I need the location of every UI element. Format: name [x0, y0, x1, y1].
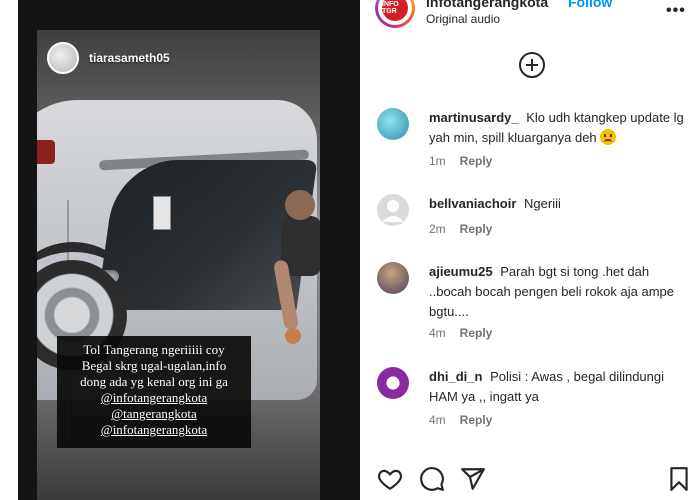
send-icon-svg	[461, 468, 485, 490]
comment-body: ajieumu25 Parah bgt si tong .het dah ..b…	[429, 262, 687, 322]
story-user: tiarasameth05	[47, 42, 170, 74]
reply-button[interactable]: Reply	[460, 326, 493, 340]
comment-time: 2m	[429, 222, 446, 236]
heart-icon[interactable]	[377, 466, 403, 492]
person-head	[285, 190, 315, 220]
comment-icon-svg	[420, 467, 444, 491]
heart-icon-svg	[377, 469, 403, 490]
comment-username[interactable]: martinusardy_	[429, 110, 519, 125]
story-caption: Tol Tangerang ngeriiiii coy Begal skrg u…	[57, 336, 251, 448]
comment-body: bellvaniachoir Ngeriii	[429, 194, 687, 214]
person-hand	[285, 328, 301, 344]
comment-meta: 2m Reply	[429, 222, 492, 236]
post-username[interactable]: infotangerangkota	[426, 0, 548, 10]
video-frame[interactable]: tiarasameth05 Tol Tangerang ngeriiiii co…	[37, 30, 320, 500]
caption-tag: @tangerangkota	[111, 406, 197, 421]
reply-button[interactable]: Reply	[460, 222, 493, 236]
send-icon[interactable]	[460, 466, 486, 492]
caption-line: Begal skrg ugal-ugalan,info	[81, 358, 227, 373]
comment-meta: 4m Reply	[429, 326, 492, 340]
comment-username[interactable]: dhi_di_n	[429, 369, 482, 384]
header-avatar-inner: INFO TGR	[378, 0, 412, 25]
plus-circle-icon[interactable]	[519, 52, 545, 78]
story-avatar	[47, 42, 79, 74]
comment-username[interactable]: ajieumu25	[429, 264, 493, 279]
avatar[interactable]	[377, 108, 409, 140]
bookmark-icon-svg	[670, 467, 688, 491]
post-header: INFO TGR infotangerangkota Follow Origin…	[370, 0, 700, 40]
comment-time: 4m	[429, 326, 446, 340]
comment-text: Ngeriii	[524, 196, 561, 211]
avatar[interactable]	[377, 367, 409, 399]
audio-label[interactable]: Original audio	[426, 12, 500, 26]
default-avatar-icon	[382, 200, 404, 222]
reply-button[interactable]: Reply	[460, 154, 493, 168]
comment-body: dhi_di_n Polisi : Awas , begal dilindung…	[429, 367, 687, 407]
avatar[interactable]	[377, 262, 409, 294]
car-tail-light	[37, 140, 55, 164]
follow-button[interactable]: Follow	[568, 0, 612, 10]
person-image	[273, 190, 320, 344]
caption-tag: @infotangerangkota	[100, 390, 208, 405]
comment-body: martinusardy_ Klo udh ktangkep update lg…	[429, 108, 687, 148]
avatar[interactable]	[377, 194, 409, 226]
caption-line: Tol Tangerang ngeriiiii coy	[83, 342, 225, 357]
caption-tag: @infotangerangkota	[100, 422, 208, 437]
account-logo: INFO TGR	[382, 0, 408, 21]
action-bar	[370, 460, 700, 496]
comment-time: 4m	[429, 413, 446, 427]
story-username: tiarasameth05	[89, 51, 170, 65]
comment-time: 1m	[429, 154, 446, 168]
comment-meta: 4m Reply	[429, 413, 492, 427]
car-sticker	[153, 196, 171, 230]
comment-username[interactable]: bellvaniachoir	[429, 196, 516, 211]
comment-meta: 1m Reply	[429, 154, 492, 168]
more-icon[interactable]: •••	[666, 2, 686, 20]
sad-face-emoji-icon	[600, 129, 617, 145]
reply-button[interactable]: Reply	[460, 413, 493, 427]
media-panel: tiarasameth05 Tol Tangerang ngeriiiii co…	[0, 0, 362, 500]
comment-icon[interactable]	[419, 466, 445, 492]
caption-line: dong ada yg kenal org ini ga	[80, 374, 228, 389]
bookmark-icon[interactable]	[666, 466, 692, 492]
header-avatar[interactable]: INFO TGR	[375, 0, 415, 28]
